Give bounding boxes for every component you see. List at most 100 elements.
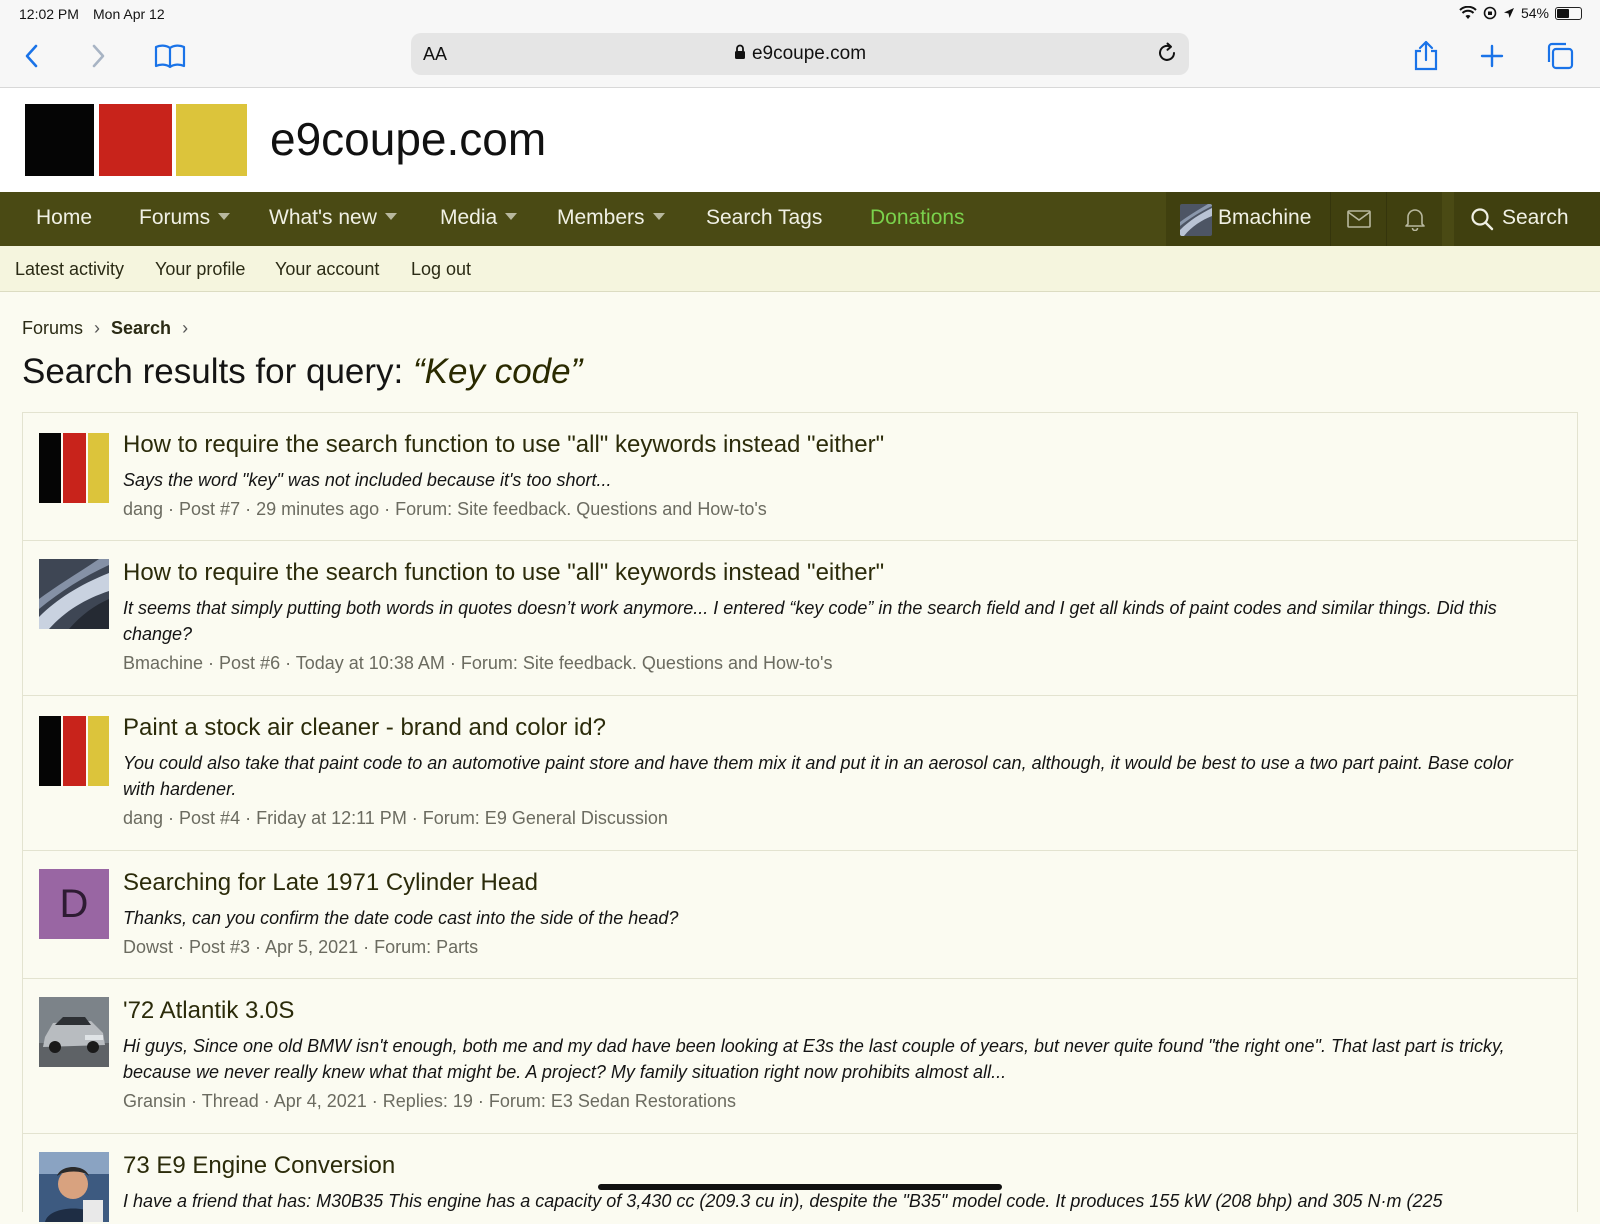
main-nav: Home Forums What's new Media Members Sea…: [0, 192, 1600, 246]
avatar-letter: D: [59, 881, 89, 926]
result-snippet: It seems that simply putting both words …: [123, 598, 1497, 644]
nav-donations[interactable]: Donations: [870, 206, 965, 230]
search-results: How to require the search function to us…: [22, 412, 1578, 1222]
url-text: e9coupe.com: [751, 43, 867, 64]
site-header: e9coupe.com: [0, 88, 1600, 192]
page-title: Search results for query: “Key code”: [22, 352, 582, 392]
breadcrumb-search[interactable]: Search: [111, 318, 171, 338]
lock-icon: [734, 44, 745, 59]
nav-donations-label: Donations: [870, 206, 965, 229]
chevron-right-icon: ›: [94, 318, 101, 338]
subnav-log-out[interactable]: Log out: [411, 259, 471, 280]
battery-icon: [1555, 6, 1582, 20]
result-snippet: I have a friend that has: M30B35 This en…: [123, 1191, 1443, 1211]
address-bar[interactable]: AA e9coupe.com: [411, 33, 1189, 75]
subnav-your-account[interactable]: Your account: [275, 259, 379, 280]
result-snippet: You could also take that paint code to a…: [123, 753, 1513, 799]
share-icon[interactable]: [1406, 36, 1446, 76]
browser-toolbar: AA e9coupe.com: [0, 28, 1600, 88]
nav-whats-new-label: What's new: [269, 206, 377, 229]
bookmarks-icon[interactable]: [150, 36, 190, 76]
result-title[interactable]: How to require the search function to us…: [123, 559, 884, 587]
logo-stripe-black[interactable]: [25, 104, 94, 176]
result-title[interactable]: '72 Atlantik 3.0S: [123, 997, 294, 1025]
logo-stripe-red[interactable]: [99, 104, 172, 176]
result-title[interactable]: Searching for Late 1971 Cylinder Head: [123, 869, 538, 897]
url-display[interactable]: e9coupe.com: [411, 43, 1189, 65]
nav-media[interactable]: Media: [440, 206, 518, 230]
sub-nav: Latest activity Your profile Your accoun…: [0, 246, 1600, 292]
nav-whats-new[interactable]: What's new: [269, 206, 397, 230]
alerts-button[interactable]: [1386, 192, 1442, 246]
search-icon: [1471, 208, 1494, 231]
envelope-icon: [1347, 210, 1371, 228]
result-item: D Searching for Late 1971 Cylinder Head …: [23, 851, 1577, 979]
avatar[interactable]: [39, 1152, 109, 1222]
inbox-button[interactable]: [1330, 192, 1386, 246]
result-title[interactable]: Paint a stock air cleaner - brand and co…: [123, 714, 606, 742]
result-item: '72 Atlantik 3.0S Hi guys, Since one old…: [23, 979, 1577, 1134]
result-item: Paint a stock air cleaner - brand and co…: [23, 696, 1577, 851]
nav-members[interactable]: Members: [557, 206, 665, 230]
result-item: 73 E9 Engine Conversion I have a friend …: [23, 1134, 1577, 1224]
nav-search-tags[interactable]: Search Tags: [706, 206, 822, 230]
subnav-your-profile[interactable]: Your profile: [155, 259, 245, 280]
nav-search-label: Search: [1502, 206, 1569, 229]
breadcrumb: Forums › Search ›: [22, 318, 199, 339]
page-title-prefix: Search results for query:: [22, 352, 413, 391]
orientation-lock-icon: [1483, 6, 1497, 20]
status-right: 54%: [1459, 5, 1582, 21]
wifi-icon: [1459, 6, 1477, 19]
result-title[interactable]: How to require the search function to us…: [123, 431, 884, 459]
avatar[interactable]: [39, 716, 109, 786]
status-date: Mon Apr 12: [93, 6, 165, 22]
tabs-overview-icon[interactable]: [1540, 36, 1580, 76]
site-title[interactable]: e9coupe.com: [270, 112, 546, 166]
nav-home-label: Home: [36, 206, 93, 229]
logo-stripe-yellow[interactable]: [176, 104, 247, 176]
bell-icon: [1405, 209, 1425, 231]
result-snippet: Says the word "key" was not included bec…: [123, 470, 612, 490]
battery-percent: 54%: [1520, 5, 1549, 21]
chevron-down-icon[interactable]: [218, 212, 231, 220]
home-indicator[interactable]: [598, 1184, 1002, 1190]
result-meta: Dowst · Post #3 · Apr 5, 2021 · Forum: P…: [123, 937, 479, 957]
reload-icon[interactable]: [1155, 41, 1179, 70]
result-item: How to require the search function to us…: [23, 413, 1577, 541]
user-name: Bmachine: [1218, 206, 1312, 229]
status-bar: 12:02 PM Mon Apr 12 54%: [0, 0, 1600, 28]
nav-home[interactable]: Home: [36, 206, 92, 230]
result-item: How to require the search function to us…: [23, 541, 1577, 696]
avatar[interactable]: [39, 559, 109, 629]
back-icon[interactable]: [12, 36, 52, 76]
chevron-down-icon[interactable]: [384, 212, 397, 220]
nav-forums[interactable]: Forums: [139, 206, 231, 230]
forward-icon[interactable]: [78, 36, 118, 76]
status-time: 12:02 PM: [19, 6, 79, 22]
chevron-right-icon: ›: [182, 318, 189, 338]
nav-search-button[interactable]: Search: [1454, 192, 1600, 246]
user-menu[interactable]: Bmachine: [1166, 192, 1330, 246]
chevron-down-icon[interactable]: [652, 212, 665, 220]
search-query: “Key code”: [413, 352, 583, 391]
result-meta: dang · Post #7 · 29 minutes ago · Forum:…: [123, 499, 767, 519]
nav-forums-label: Forums: [139, 206, 211, 229]
breadcrumb-forums[interactable]: Forums: [22, 318, 83, 338]
avatar[interactable]: [39, 433, 109, 503]
avatar: [1180, 204, 1212, 236]
nav-media-label: Media: [440, 206, 498, 229]
chevron-down-icon[interactable]: [505, 212, 518, 220]
location-icon: [1503, 8, 1514, 18]
result-snippet: Thanks, can you confirm the date code ca…: [123, 908, 679, 928]
subnav-latest-activity[interactable]: Latest activity: [15, 259, 124, 280]
result-meta: Gransin · Thread · Apr 4, 2021 · Replies…: [123, 1091, 736, 1111]
avatar[interactable]: D: [39, 869, 109, 939]
new-tab-icon[interactable]: [1472, 36, 1512, 76]
nav-search-tags-label: Search Tags: [706, 206, 823, 229]
result-meta: dang · Post #4 · Friday at 12:11 PM · Fo…: [123, 808, 668, 828]
result-meta: Bmachine · Post #6 · Today at 10:38 AM ·…: [123, 653, 833, 673]
result-snippet: Hi guys, Since one old BMW isn't enough,…: [123, 1036, 1505, 1082]
result-title[interactable]: 73 E9 Engine Conversion: [123, 1152, 395, 1180]
nav-members-label: Members: [557, 206, 645, 229]
avatar[interactable]: [39, 997, 109, 1067]
